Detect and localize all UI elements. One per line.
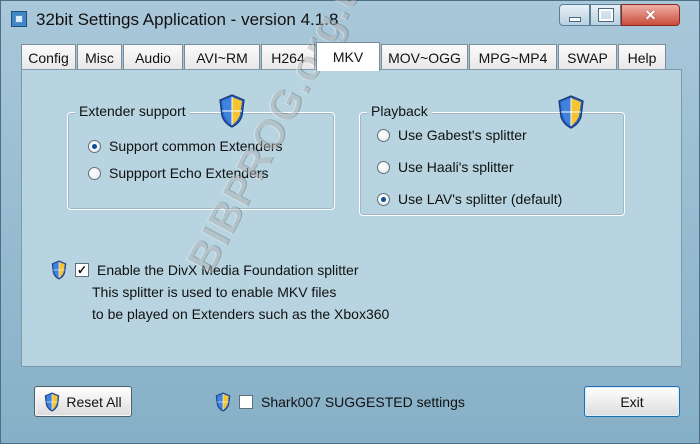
close-button[interactable]: ×: [621, 4, 680, 26]
exit-label: Exit: [620, 393, 644, 410]
tab-config[interactable]: Config: [21, 44, 76, 70]
gabest-splitter-option[interactable]: Use Gabest's splitter: [377, 127, 527, 143]
tab-swap[interactable]: SWAP: [558, 44, 617, 70]
divx-splitter-label: Enable the DivX Media Foundation splitte…: [97, 262, 359, 278]
support-echo-extenders-option[interactable]: Suppport Echo Extenders: [88, 165, 269, 181]
shield-icon: [558, 95, 584, 129]
settings-tabs: Config Misc Audio AVI~RM H264 MKV MOV~OG…: [21, 42, 681, 71]
shark007-suggested-label: Shark007 SUGGESTED settings: [261, 394, 465, 410]
shark007-suggested-checkbox[interactable]: [239, 395, 253, 409]
divx-splitter-checkbox[interactable]: [75, 263, 89, 277]
tab-mov-ogg[interactable]: MOV~OGG: [381, 44, 468, 70]
window-title: 32bit Settings Application - version 4.1…: [36, 10, 339, 29]
support-echo-extenders-label: Suppport Echo Extenders: [109, 165, 269, 181]
tab-mpg-mp4[interactable]: MPG~MP4: [469, 44, 557, 70]
haali-splitter-option[interactable]: Use Haali's splitter: [377, 159, 514, 175]
minimize-button[interactable]: [559, 4, 590, 26]
maximize-icon: [597, 8, 614, 22]
tab-audio[interactable]: Audio: [123, 44, 183, 70]
tab-avi-rm[interactable]: AVI~RM: [184, 44, 260, 70]
reset-all-button[interactable]: Reset All: [34, 386, 132, 417]
close-icon: ×: [645, 5, 656, 25]
lav-splitter-radio[interactable]: [377, 192, 390, 206]
extender-support-title: Extender support: [75, 103, 190, 119]
tab-mkv[interactable]: MKV: [316, 42, 380, 71]
support-common-extenders-label: Support common Extenders: [109, 138, 283, 154]
settings-window: 32bit Settings Application - version 4.1…: [0, 0, 700, 444]
tab-h264[interactable]: H264: [261, 44, 315, 70]
tab-misc[interactable]: Misc: [77, 44, 122, 70]
support-echo-extenders-radio[interactable]: [88, 166, 101, 180]
lav-splitter-option[interactable]: Use LAV's splitter (default): [377, 191, 562, 207]
playback-group: Playback Use Gabest's splitter Use Haali…: [359, 95, 625, 216]
minimize-icon: [568, 16, 581, 22]
title-bar: 32bit Settings Application - version 4.1…: [1, 1, 700, 37]
shark007-suggested-option[interactable]: Shark007 SUGGESTED settings: [215, 392, 465, 412]
shield-icon: [45, 391, 60, 412]
playback-title: Playback: [367, 103, 432, 119]
gabest-splitter-radio[interactable]: [377, 128, 390, 142]
exit-button[interactable]: Exit: [584, 386, 680, 417]
divx-description-line-1: This splitter is used to enable MKV file…: [92, 284, 337, 300]
extender-support-group: Extender support Support common Extender…: [67, 94, 335, 210]
support-common-extenders-option[interactable]: Support common Extenders: [88, 138, 283, 154]
reset-all-label: Reset All: [66, 393, 122, 410]
haali-splitter-radio[interactable]: [377, 160, 390, 174]
shield-icon: [51, 260, 67, 280]
haali-splitter-label: Use Haali's splitter: [398, 159, 514, 175]
tab-help[interactable]: Help: [618, 44, 666, 70]
app-icon: [11, 11, 27, 27]
divx-splitter-option[interactable]: Enable the DivX Media Foundation splitte…: [51, 260, 358, 280]
gabest-splitter-label: Use Gabest's splitter: [398, 127, 527, 143]
lav-splitter-label: Use LAV's splitter (default): [398, 191, 563, 207]
divx-description-line-2: to be played on Extenders such as the Xb…: [92, 306, 390, 322]
support-common-extenders-radio[interactable]: [88, 139, 101, 153]
shield-icon: [219, 94, 245, 128]
shield-icon: [215, 392, 231, 412]
maximize-button[interactable]: [590, 4, 621, 26]
